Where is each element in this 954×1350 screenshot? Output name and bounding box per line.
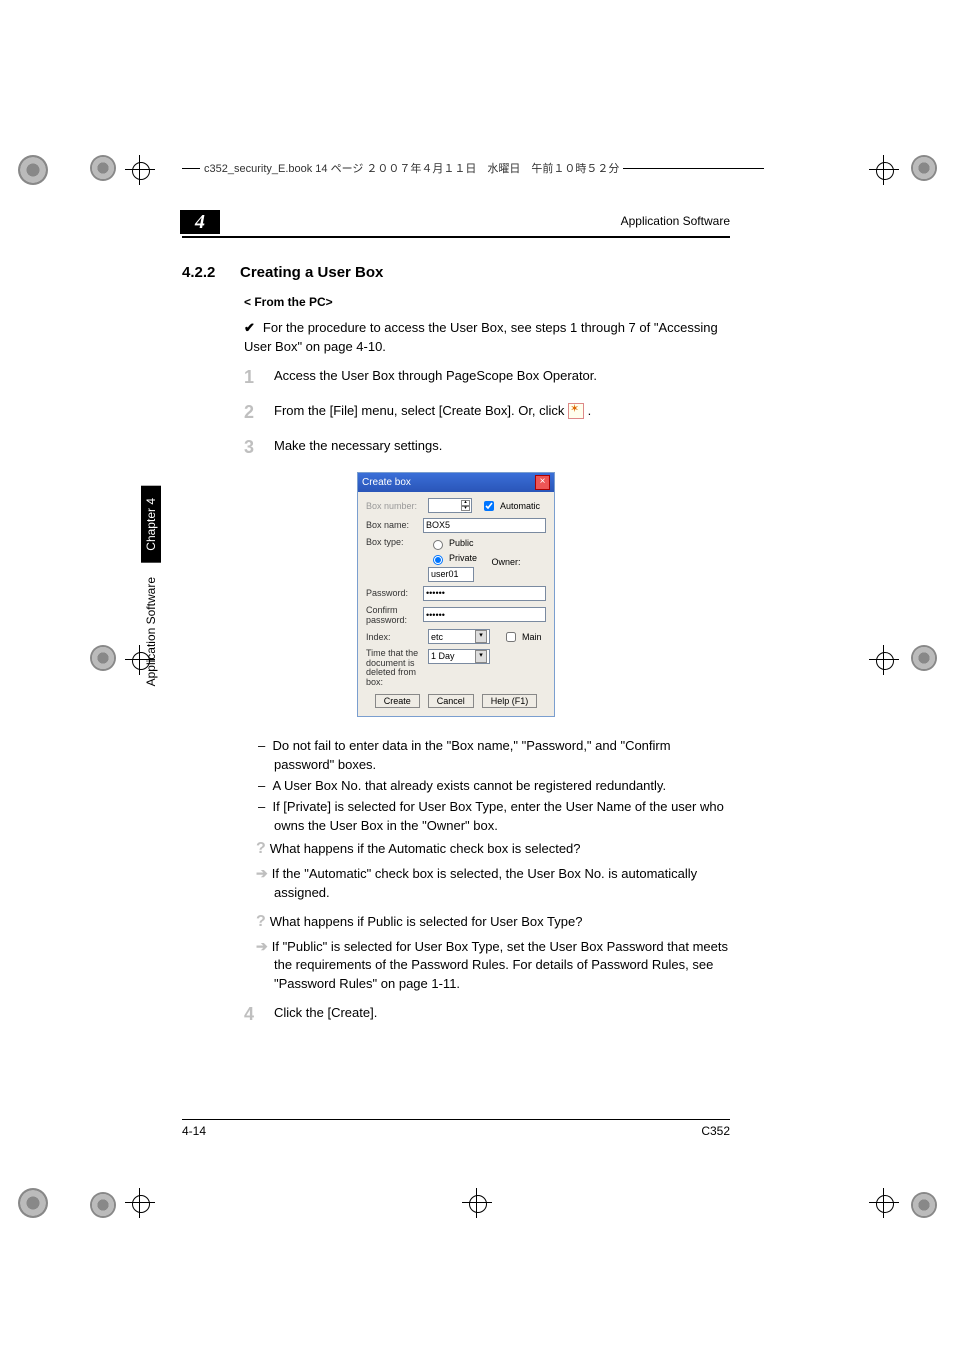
header-rule xyxy=(182,236,730,238)
note-item: – If [Private] is selected for User Box … xyxy=(274,798,730,836)
side-tab-title: Application Software xyxy=(141,563,161,700)
running-header: c352_security_E.book 14 ページ ２００７年４月１１日 水… xyxy=(200,160,623,176)
box-type-label: Box type: xyxy=(366,537,428,547)
step-text: Make the necessary settings. xyxy=(274,437,730,458)
crop-dot xyxy=(90,1192,116,1218)
password-label: Password: xyxy=(366,588,423,598)
registration-mark xyxy=(125,155,155,185)
main-checkbox[interactable]: Main xyxy=(502,629,542,645)
arrow-icon: ➔ xyxy=(256,938,268,954)
step-number: 4 xyxy=(244,1004,274,1025)
crop-dot xyxy=(911,155,937,181)
owner-label: Owner: xyxy=(492,557,521,567)
box-number-spinner[interactable]: ▴▾ xyxy=(428,498,472,513)
header-right: Application Software xyxy=(621,214,730,228)
dialog-title: Create box xyxy=(362,477,411,488)
step-text: Click the [Create]. xyxy=(274,1004,730,1025)
crop-dot xyxy=(18,1188,48,1218)
crop-dot xyxy=(90,155,116,181)
prerequisite-text: For the procedure to access the User Box… xyxy=(244,320,718,354)
owner-input[interactable] xyxy=(428,567,474,582)
section-number: 4.2.2 xyxy=(182,264,240,281)
delete-time-label: Time that the document is deleted from b… xyxy=(366,649,428,689)
close-icon[interactable]: × xyxy=(535,475,550,490)
create-button[interactable]: Create xyxy=(375,694,420,708)
section-title: 4.2.2Creating a User Box xyxy=(182,264,730,281)
model-number: C352 xyxy=(701,1124,730,1138)
arrow-icon: ➔ xyxy=(256,865,268,881)
check-icon: ✔ xyxy=(244,320,255,335)
box-number-label: Box number: xyxy=(366,501,428,511)
step-2: 2 From the [File] menu, select [Create B… xyxy=(244,402,730,423)
sub-title: < From the PC> xyxy=(244,295,730,309)
crop-dot xyxy=(911,1192,937,1218)
public-radio[interactable]: Public xyxy=(428,537,474,550)
registration-mark xyxy=(125,1188,155,1218)
index-label: Index: xyxy=(366,632,428,642)
chevron-down-icon: ▾ xyxy=(475,630,487,643)
side-tab-chapter: Chapter 4 xyxy=(141,486,161,563)
box-name-input[interactable] xyxy=(423,518,546,533)
registration-mark xyxy=(869,155,899,185)
section-title-text: Creating a User Box xyxy=(240,264,383,281)
step-text: From the [File] menu, select [Create Box… xyxy=(274,402,730,423)
confirm-password-input[interactable] xyxy=(423,607,546,622)
crop-dot xyxy=(18,155,48,185)
note-question: ?What happens if Public is selected for … xyxy=(274,910,730,933)
step-text: Access the User Box through PageScope Bo… xyxy=(274,367,730,388)
crop-dot xyxy=(911,645,937,671)
step-number: 1 xyxy=(244,367,274,388)
password-input[interactable] xyxy=(423,586,546,601)
create-box-dialog: Create box × Box number: ▴▾ Automatic Bo… xyxy=(357,472,555,718)
step-1: 1 Access the User Box through PageScope … xyxy=(244,367,730,388)
registration-mark xyxy=(869,1188,899,1218)
cancel-button[interactable]: Cancel xyxy=(428,694,474,708)
prerequisite-note: ✔For the procedure to access the User Bo… xyxy=(244,319,730,357)
delete-time-select[interactable]: 1 Day▾ xyxy=(428,649,490,664)
chevron-down-icon: ▾ xyxy=(475,650,487,663)
page-number: 4-14 xyxy=(182,1124,206,1138)
note-answer: ➔If "Public" is selected for User Box Ty… xyxy=(274,936,730,995)
registration-mark xyxy=(462,1188,492,1218)
note-question: ?What happens if the Automatic check box… xyxy=(274,837,730,860)
create-box-toolbar-icon xyxy=(568,403,584,419)
note-item: – Do not fail to enter data in the "Box … xyxy=(274,737,730,775)
question-icon: ? xyxy=(256,913,266,930)
side-tab: Chapter 4 Application Software xyxy=(140,486,162,756)
page-footer: 4-14 C352 xyxy=(182,1119,730,1138)
dialog-titlebar: Create box × xyxy=(358,473,554,492)
help-button[interactable]: Help (F1) xyxy=(482,694,538,708)
private-radio[interactable]: Private xyxy=(428,552,477,565)
confirm-password-label: Confirm password: xyxy=(366,605,423,625)
note-item: – A User Box No. that already exists can… xyxy=(274,777,730,796)
crop-dot xyxy=(90,645,116,671)
step-number: 3 xyxy=(244,437,274,458)
step-3: 3 Make the necessary settings. xyxy=(244,437,730,458)
index-select[interactable]: etc▾ xyxy=(428,629,490,644)
step-number: 2 xyxy=(244,402,274,423)
chapter-number-badge: 4 xyxy=(180,210,220,234)
step-4: 4 Click the [Create]. xyxy=(244,1004,730,1025)
question-icon: ? xyxy=(256,840,266,857)
automatic-checkbox[interactable]: Automatic xyxy=(480,498,540,514)
note-answer: ➔If the "Automatic" check box is selecte… xyxy=(274,863,730,903)
registration-mark xyxy=(869,645,899,675)
box-name-label: Box name: xyxy=(366,520,423,530)
